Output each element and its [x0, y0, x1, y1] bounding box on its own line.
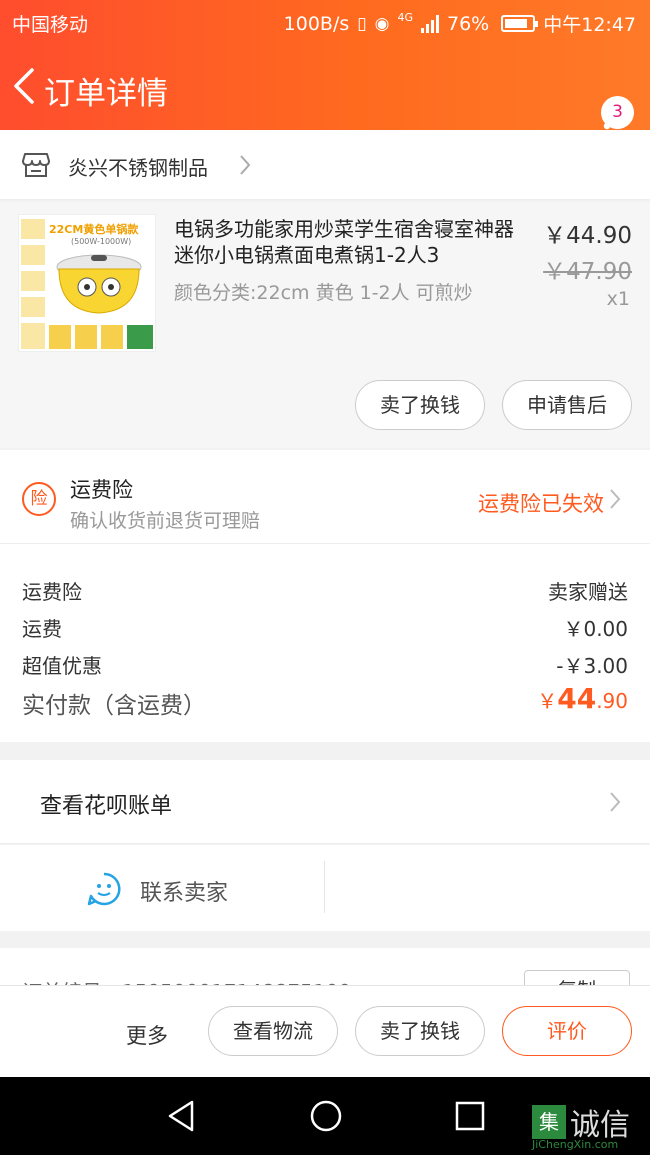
more-button[interactable]: 更多: [126, 1020, 168, 1050]
fee-summary: 运费险 卖家赠送 运费 ￥0.00 超值优惠 -￥3.00 实付款（含运费） ￥…: [0, 544, 650, 742]
battery-icon: [501, 15, 539, 32]
insurance-icon: 险: [22, 482, 56, 516]
order-number-row: 订单编号：159500017148875100 复制: [0, 948, 650, 988]
total-amount: ￥44.90: [537, 682, 628, 715]
eye-icon: ◉: [374, 13, 390, 34]
huabei-bill-row[interactable]: 查看花呗账单: [0, 760, 650, 844]
shop-row[interactable]: 炎兴不锈钢制品: [0, 130, 650, 200]
insurance-status: 运费险已失效: [478, 492, 604, 516]
nav-recents-icon[interactable]: [455, 1101, 485, 1131]
nav-bar: 订单详情 3: [0, 44, 650, 130]
status-bar: 中国移动 100B/s ▯ ◉ 4G 76% 中午12:47: [0, 0, 650, 44]
chevron-right-icon: [240, 155, 251, 175]
order-item[interactable]: 22CM黄色单锅款 (500W-1000W) 电锅多功能家用炒菜学生宿舍寝室神器…: [0, 202, 650, 448]
vibrate-icon: ▯: [357, 13, 367, 34]
chevron-right-icon: [610, 792, 621, 812]
battery-percent: 76%: [447, 12, 490, 35]
fee-label: 运费: [22, 617, 62, 641]
bottom-action-bar: 更多 查看物流 卖了换钱 评价: [0, 985, 650, 1077]
watermark-box: 集: [532, 1105, 566, 1139]
fee-row-discount: 超值优惠 -￥3.00: [22, 650, 628, 679]
network-type: 4G: [397, 11, 413, 24]
fee-value: -￥3.00: [556, 654, 628, 678]
product-thumbnail[interactable]: 22CM黄色单锅款 (500W-1000W): [18, 214, 156, 352]
fee-label: 超值优惠: [22, 654, 102, 678]
watermark-logo: 集 诚信 JiChengXin.com: [532, 1100, 630, 1151]
signal-icon: [421, 14, 439, 33]
status-right: 100B/s ▯ ◉ 4G 76% 中午12:47: [284, 10, 636, 37]
product-quantity: x1: [606, 288, 630, 310]
product-sku: 颜色分类:22cm 黄色 1-2人 可煎炒: [174, 282, 473, 304]
clock: 中午12:47: [543, 14, 636, 36]
insurance-title: 运费险: [70, 478, 133, 502]
back-arrow-icon[interactable]: [10, 64, 40, 108]
chevron-right-icon: [610, 489, 621, 509]
sell-for-cash-button[interactable]: 卖了换钱: [355, 380, 485, 430]
after-sale-button[interactable]: 申请售后: [502, 380, 632, 430]
product-title[interactable]: 电锅多功能家用炒菜学生宿舍寝室神器迷你小电锅煮面电煮锅1-2人3: [174, 216, 526, 268]
nav-back-icon[interactable]: [166, 1099, 196, 1133]
total-currency: ￥: [537, 689, 558, 713]
contact-seller-button[interactable]: 联系卖家: [140, 875, 228, 907]
shop-name: 炎兴不锈钢制品: [68, 156, 208, 180]
watermark-url: JiChengXin.com: [532, 1138, 619, 1151]
fee-row-insurance: 运费险 卖家赠送: [22, 576, 628, 605]
insurance-subtitle: 确认收货前退货可理赔: [70, 510, 261, 532]
chat-face-icon[interactable]: [86, 871, 122, 907]
nav-home-icon[interactable]: [309, 1099, 343, 1133]
store-icon: [22, 153, 50, 177]
total-integer: 44: [557, 682, 597, 715]
fee-label: 运费险: [22, 580, 82, 604]
huabei-label: 查看花呗账单: [40, 794, 173, 819]
divider: [324, 861, 325, 913]
fee-value: ￥0.00: [563, 617, 628, 641]
sell-for-cash-button[interactable]: 卖了换钱: [355, 1006, 485, 1056]
fee-row-total: 实付款（含运费） ￥44.90: [22, 682, 628, 720]
page-title: 订单详情: [44, 76, 168, 112]
rate-button[interactable]: 评价: [502, 1006, 632, 1056]
order-detail-page: 中国移动 100B/s ▯ ◉ 4G 76% 中午12:47 订单详情 3 炎兴…: [0, 0, 650, 1155]
cooker-image: [21, 219, 153, 349]
carrier-name: 中国移动: [12, 14, 89, 36]
fee-value: 卖家赠送: [548, 580, 628, 604]
product-price: ￥44.90: [543, 223, 632, 249]
fee-row-shipping: 运费 ￥0.00: [22, 613, 628, 642]
total-decimal: .90: [596, 689, 628, 713]
net-speed: 100B/s: [283, 12, 350, 35]
shipping-insurance-row[interactable]: 险 运费险 确认收货前退货可理赔 运费险已失效: [0, 450, 650, 544]
view-logistics-button[interactable]: 查看物流: [208, 1006, 338, 1056]
product-original-price: ￥47.90: [543, 259, 632, 285]
message-count-badge: 3: [601, 96, 634, 129]
total-label: 实付款（含运费）: [22, 693, 206, 719]
contact-row: 联系卖家: [0, 845, 650, 931]
